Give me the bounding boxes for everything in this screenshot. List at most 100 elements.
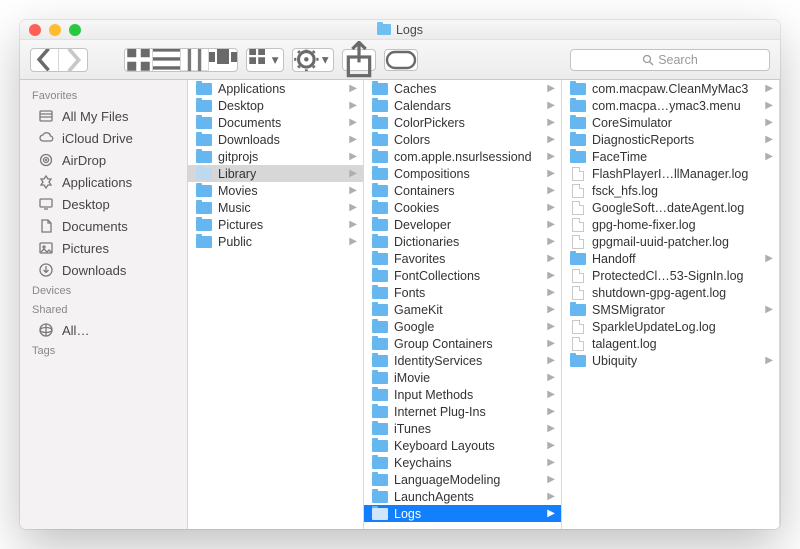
close-button[interactable] <box>29 24 41 36</box>
folder-item[interactable]: LanguageModeling▶ <box>364 471 561 488</box>
folder-item[interactable]: com.macpaw.CleanMyMac3▶ <box>562 80 779 97</box>
finder-body: FavoritesAll My FilesiCloud DriveAirDrop… <box>20 80 780 529</box>
folder-item[interactable]: Applications▶ <box>188 80 363 97</box>
folder-item[interactable]: Keychains▶ <box>364 454 561 471</box>
tags-button[interactable] <box>384 49 418 71</box>
folder-item[interactable]: Logs▶ <box>364 505 561 522</box>
file-item[interactable]: gpg-home-fixer.log <box>562 216 779 233</box>
item-label: talagent.log <box>592 337 773 351</box>
folder-item[interactable]: Library▶ <box>188 165 363 182</box>
folder-item[interactable]: IdentityServices▶ <box>364 352 561 369</box>
folder-item[interactable]: Keyboard Layouts▶ <box>364 437 561 454</box>
folder-item[interactable]: com.apple.nsurlsessiond▶ <box>364 148 561 165</box>
sidebar-item-label: All My Files <box>62 109 128 124</box>
sidebar-item-label: Downloads <box>62 263 126 278</box>
folder-item[interactable]: DiagnosticReports▶ <box>562 131 779 148</box>
folder-item[interactable]: com.macpa…ymac3.menu▶ <box>562 97 779 114</box>
folder-item[interactable]: gitprojs▶ <box>188 148 363 165</box>
file-item[interactable]: talagent.log <box>562 335 779 352</box>
folder-icon <box>196 117 212 129</box>
sidebar-item-downloads[interactable]: Downloads <box>20 259 187 281</box>
folder-item[interactable]: Cookies▶ <box>364 199 561 216</box>
folder-icon <box>372 236 388 248</box>
folder-icon <box>372 491 388 503</box>
folder-icon <box>372 134 388 146</box>
folder-item[interactable]: Caches▶ <box>364 80 561 97</box>
apps-icon <box>38 174 54 190</box>
sidebar-item-airdrop[interactable]: AirDrop <box>20 149 187 171</box>
folder-item[interactable]: Movies▶ <box>188 182 363 199</box>
file-item[interactable]: GoogleSoft…dateAgent.log <box>562 199 779 216</box>
folder-item[interactable]: Pictures▶ <box>188 216 363 233</box>
file-item[interactable]: shutdown-gpg-agent.log <box>562 284 779 301</box>
folder-item[interactable]: iMovie▶ <box>364 369 561 386</box>
folder-item[interactable]: Calendars▶ <box>364 97 561 114</box>
zoom-button[interactable] <box>69 24 81 36</box>
folder-item[interactable]: Favorites▶ <box>364 250 561 267</box>
sidebar-item-applications[interactable]: Applications <box>20 171 187 193</box>
folder-item[interactable]: Downloads▶ <box>188 131 363 148</box>
folder-item[interactable]: iTunes ▶ <box>364 420 561 437</box>
sidebar-item-all-[interactable]: All… <box>20 319 187 341</box>
folder-item[interactable]: CoreSimulator▶ <box>562 114 779 131</box>
sidebar-item-pictures[interactable]: Pictures <box>20 237 187 259</box>
folder-item[interactable]: Developer▶ <box>364 216 561 233</box>
folder-item[interactable]: Fonts▶ <box>364 284 561 301</box>
minimize-button[interactable] <box>49 24 61 36</box>
folder-item[interactable]: Compositions▶ <box>364 165 561 182</box>
documents-icon <box>38 218 54 234</box>
sidebar-item-label: Documents <box>62 219 128 234</box>
folder-item[interactable]: GameKit▶ <box>364 301 561 318</box>
sidebar-item-all-my-files[interactable]: All My Files <box>20 105 187 127</box>
folder-item[interactable]: Group Containers▶ <box>364 335 561 352</box>
search-field[interactable]: Search <box>570 49 770 71</box>
icon-view-button[interactable] <box>125 49 153 71</box>
folder-item[interactable]: ColorPickers▶ <box>364 114 561 131</box>
file-item[interactable]: FlashPlayerI…llManager.log <box>562 165 779 182</box>
folder-item[interactable]: Containers▶ <box>364 182 561 199</box>
folder-item[interactable]: Ubiquity▶ <box>562 352 779 369</box>
folder-item[interactable]: Music▶ <box>188 199 363 216</box>
forward-button[interactable] <box>59 49 87 71</box>
item-label: Keychains <box>394 456 539 470</box>
chevron-right-icon: ▶ <box>547 372 555 383</box>
column-view-button[interactable] <box>181 49 209 71</box>
folder-item[interactable]: LaunchAgents▶ <box>364 488 561 505</box>
coverflow-view-button[interactable] <box>209 49 237 71</box>
folder-item[interactable]: Google▶ <box>364 318 561 335</box>
folder-icon <box>570 100 586 112</box>
item-label: iTunes <box>394 422 539 436</box>
arrange-button[interactable] <box>247 49 283 71</box>
share-button[interactable] <box>342 49 376 71</box>
sidebar-item-documents[interactable]: Documents <box>20 215 187 237</box>
folder-item[interactable]: FaceTime▶ <box>562 148 779 165</box>
list-view-button[interactable] <box>153 49 181 71</box>
folder-icon <box>570 151 586 163</box>
folder-item[interactable]: FontCollections▶ <box>364 267 561 284</box>
arrange-button-group <box>246 48 284 72</box>
sidebar-item-label: Applications <box>62 175 132 190</box>
folder-icon <box>372 168 388 180</box>
back-button[interactable] <box>31 49 59 71</box>
sidebar-item-icloud-drive[interactable]: iCloud Drive <box>20 127 187 149</box>
file-item[interactable]: fsck_hfs.log <box>562 182 779 199</box>
file-item[interactable]: gpgmail-uuid-patcher.log <box>562 233 779 250</box>
folder-item[interactable]: Colors▶ <box>364 131 561 148</box>
folder-item[interactable]: Handoff▶ <box>562 250 779 267</box>
folder-item[interactable]: Input Methods▶ <box>364 386 561 403</box>
chevron-right-icon: ▶ <box>547 423 555 434</box>
file-item[interactable]: SparkleUpdateLog.log <box>562 318 779 335</box>
folder-item[interactable]: Desktop▶ <box>188 97 363 114</box>
folder-item[interactable]: Documents▶ <box>188 114 363 131</box>
action-button[interactable] <box>293 49 333 71</box>
folder-item[interactable]: SMSMigrator▶ <box>562 301 779 318</box>
folder-item[interactable]: Internet Plug-Ins▶ <box>364 403 561 420</box>
sidebar-item-desktop[interactable]: Desktop <box>20 193 187 215</box>
file-item[interactable]: ProtectedCl…53-SignIn.log <box>562 267 779 284</box>
action-button-group <box>292 48 334 72</box>
folder-item[interactable]: Public▶ <box>188 233 363 250</box>
item-label: FaceTime <box>592 150 757 164</box>
folder-item[interactable]: Dictionaries▶ <box>364 233 561 250</box>
sidebar-item-label: All… <box>62 323 89 338</box>
chevron-right-icon: ▶ <box>349 202 357 213</box>
